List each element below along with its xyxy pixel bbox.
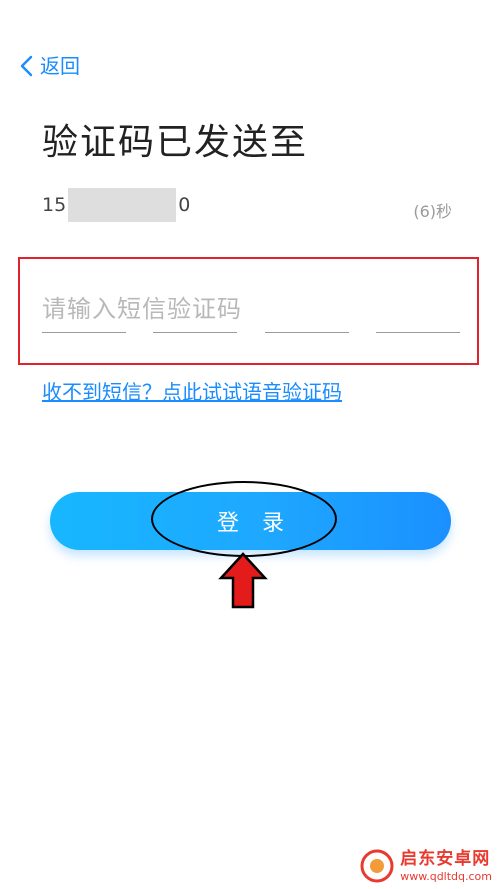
code-slot-1[interactable]	[42, 332, 126, 333]
resend-countdown: (6)秒	[413, 202, 452, 221]
code-input[interactable]: 请输入短信验证码	[42, 289, 242, 324]
watermark-url: www.qdltdq.com	[400, 869, 492, 883]
back-label: 返回	[40, 54, 80, 78]
voice-code-link[interactable]: 收不到短信？点此试试语音验证码	[42, 378, 342, 406]
chevron-left-icon	[20, 55, 33, 77]
phone-mask	[68, 188, 177, 222]
login-label: 登 录	[217, 511, 292, 536]
phone-prefix: 15	[42, 194, 67, 216]
page-title: 验证码已发送至	[42, 122, 309, 163]
code-slot-4[interactable]	[376, 332, 460, 333]
verify-screen: 返回 验证码已发送至 15 0 (6)秒 请输入短信验证码 收不到短信？点此试试…	[0, 0, 500, 889]
watermark-name: 启东安卓网	[400, 848, 491, 869]
login-button[interactable]: 登 录	[50, 492, 451, 550]
back-button[interactable]: 返回	[18, 50, 80, 82]
code-slot-2[interactable]	[153, 332, 237, 333]
phone-suffix: 0	[178, 194, 191, 216]
watermark: 启东安卓网 www.qdltdq.com	[360, 849, 492, 883]
code-slot-3[interactable]	[265, 332, 349, 333]
phone-number: 15 0	[42, 188, 191, 222]
watermark-logo-icon	[360, 849, 394, 883]
code-input-highlight: 请输入短信验证码	[18, 257, 479, 365]
up-arrow-icon	[218, 552, 268, 609]
